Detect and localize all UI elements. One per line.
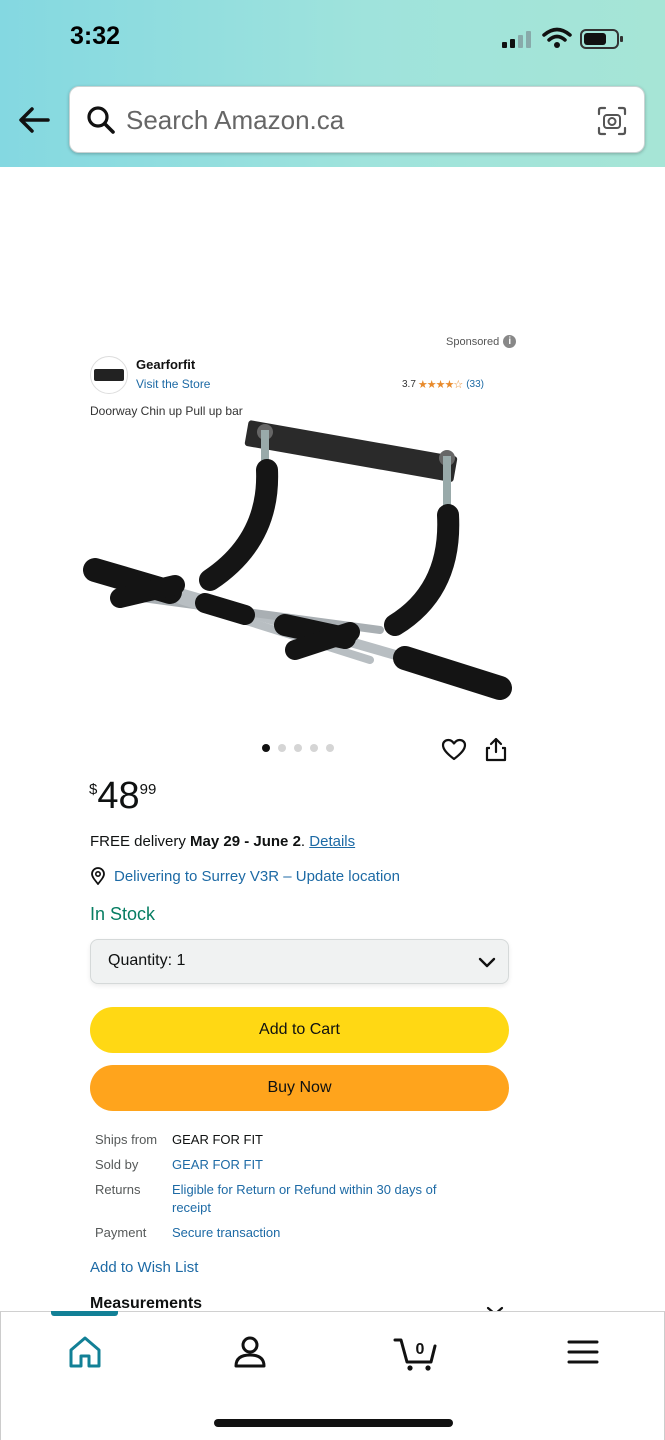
back-arrow-icon[interactable] xyxy=(16,104,52,136)
delivery-prefix: FREE delivery xyxy=(90,833,191,850)
wifi-icon xyxy=(542,27,572,48)
location-text: Delivering to Surrey V3R – Update locati… xyxy=(114,867,400,885)
battery-icon xyxy=(580,29,623,49)
carousel-dot[interactable] xyxy=(262,744,270,752)
delivery-location[interactable]: Delivering to Surrey V3R – Update locati… xyxy=(90,867,400,885)
search-bar[interactable] xyxy=(69,86,645,153)
home-icon[interactable] xyxy=(65,1332,105,1372)
stock-status: In Stock xyxy=(90,904,156,924)
quantity-label: Quantity: 1 xyxy=(108,952,186,969)
cellular-signal-icon xyxy=(502,31,531,48)
info-key: Payment xyxy=(95,1225,147,1240)
carousel-dot[interactable] xyxy=(310,744,318,752)
delivery-info: FREE delivery May 29 - June 2. Details xyxy=(90,833,355,850)
add-to-wish-list-link[interactable]: Add to Wish List xyxy=(90,1259,198,1276)
location-pin-icon xyxy=(91,867,105,885)
delivery-details-link[interactable]: Details xyxy=(309,833,355,850)
info-row-sold-by: Sold by GEAR FOR FIT xyxy=(95,1156,472,1174)
brand-logo-mark xyxy=(94,369,124,381)
quantity-dropdown[interactable]: Quantity: 1 xyxy=(90,939,509,984)
person-icon[interactable] xyxy=(230,1332,270,1372)
seller-info-table: Ships from GEAR FOR FIT Sold by GEAR FOR… xyxy=(95,1131,472,1249)
camera-lens-icon[interactable] xyxy=(596,105,628,137)
header: 3:32 xyxy=(0,0,665,167)
price-symbol: $ xyxy=(89,781,98,798)
image-carousel-dots[interactable] xyxy=(262,744,334,752)
price-fraction: 99 xyxy=(139,781,157,798)
brand-logo[interactable] xyxy=(90,356,128,394)
info-row-returns: Returns Eligible for Return or Refund wi… xyxy=(95,1181,472,1217)
ad-rating[interactable]: 3.7 ★★★★☆ (33) xyxy=(402,378,484,391)
product-price: $ 48 99 xyxy=(89,775,156,817)
info-key: Ships from xyxy=(95,1132,158,1147)
search-input[interactable] xyxy=(126,99,586,141)
product-image[interactable] xyxy=(80,420,520,720)
search-icon xyxy=(87,106,115,134)
rating-count: (33) xyxy=(466,379,485,390)
status-time: 3:32 xyxy=(70,22,121,50)
rating-value: 3.7 xyxy=(402,379,416,390)
price-whole: 48 xyxy=(97,775,140,817)
returns-link[interactable]: Eligible for Return or Refund within 30 … xyxy=(172,1181,472,1217)
delivery-dates: May 29 - June 2 xyxy=(190,833,301,850)
heart-icon[interactable] xyxy=(441,738,467,762)
add-to-cart-button[interactable]: Add to Cart xyxy=(90,1007,509,1053)
sponsored-text: Sponsored xyxy=(446,335,500,348)
bottom-navigation: 0 xyxy=(0,1311,665,1440)
carousel-dot[interactable] xyxy=(326,744,334,752)
sponsored-product-title[interactable]: Doorway Chin up Pull up bar xyxy=(90,404,243,418)
cart-count: 0 xyxy=(416,1341,425,1358)
delivery-suffix: . xyxy=(300,833,310,850)
cart-icon: 0 xyxy=(393,1338,437,1371)
menu-icon[interactable] xyxy=(563,1332,603,1372)
seller-link[interactable]: GEAR FOR FIT xyxy=(172,1156,472,1174)
home-indicator-bar xyxy=(214,1419,453,1427)
carousel-dot[interactable] xyxy=(278,744,286,752)
info-key: Sold by xyxy=(95,1157,139,1172)
payment-link[interactable]: Secure transaction xyxy=(172,1224,472,1242)
info-row-payment: Payment Secure transaction xyxy=(95,1224,472,1242)
info-key: Returns xyxy=(95,1182,141,1197)
buy-now-button[interactable]: Buy Now xyxy=(90,1065,509,1111)
share-icon[interactable] xyxy=(484,736,508,762)
cart-button[interactable]: 0 xyxy=(393,1332,439,1372)
visit-store-link[interactable]: Visit the Store xyxy=(136,377,210,391)
brand-name[interactable]: Gearforfit xyxy=(136,357,195,372)
info-value: GEAR FOR FIT xyxy=(172,1132,263,1147)
info-icon[interactable]: i xyxy=(503,335,517,348)
active-tab-indicator xyxy=(51,1311,118,1316)
rating-stars-icon: ★★★★☆ xyxy=(417,379,463,391)
sponsored-label[interactable]: Sponsored i xyxy=(446,335,517,348)
carousel-dot[interactable] xyxy=(294,744,302,752)
info-row-ships-from: Ships from GEAR FOR FIT xyxy=(95,1131,472,1149)
chevron-down-icon xyxy=(478,957,496,968)
